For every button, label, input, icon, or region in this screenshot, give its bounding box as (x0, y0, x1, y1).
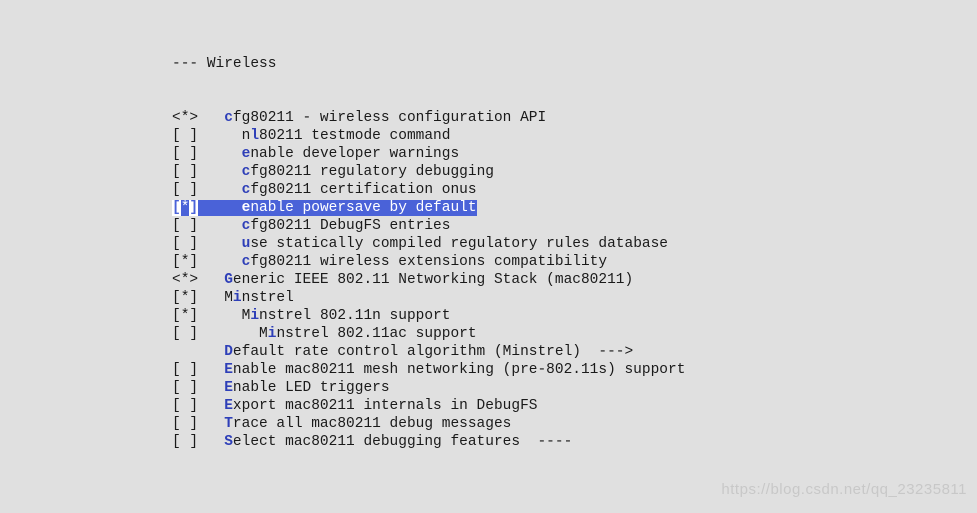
marker: [*] (172, 308, 198, 324)
menu-item-7[interactable]: [ ] use statically compiled regulatory r… (172, 235, 977, 253)
hotkey: E (224, 398, 233, 414)
menu-item-9[interactable]: <*> Generic IEEE 802.11 Networking Stack… (172, 271, 977, 289)
menu-item-3[interactable]: [ ] cfg80211 regulatory debugging (172, 163, 977, 181)
menu-item-1[interactable]: [ ] nl80211 testmode command (172, 127, 977, 145)
menu-item-12[interactable]: [ ] Minstrel 802.11ac support (172, 325, 977, 343)
hotkey: S (224, 434, 233, 450)
item-text: 80211 testmode command (259, 128, 450, 144)
item-text: efault rate control algorithm (Minstrel)… (233, 344, 633, 360)
menu-item-8[interactable]: [*] cfg80211 wireless extensions compati… (172, 253, 977, 271)
hotkey: E (224, 362, 233, 378)
marker (172, 344, 198, 360)
menu-item-16[interactable]: [ ] Export mac80211 internals in DebugFS (172, 397, 977, 415)
menu-item-13[interactable]: Default rate control algorithm (Minstrel… (172, 343, 977, 361)
item-text: fg80211 - wireless configuration API (233, 110, 546, 126)
marker: [ ] (172, 128, 198, 144)
marker: [ ] (172, 362, 198, 378)
hotkey: E (224, 380, 233, 396)
marker: [ ] (172, 434, 198, 450)
item-text: race all mac80211 debug messages (233, 416, 511, 432)
menu-item-17[interactable]: [ ] Trace all mac80211 debug messages (172, 415, 977, 433)
item-text: se statically compiled regulatory rules … (250, 236, 668, 252)
marker: [*] (172, 290, 198, 306)
hdr-prefix: --- (172, 56, 207, 72)
marker: [ ] (172, 236, 198, 252)
menu-item-18[interactable]: [ ] Select mac80211 debugging features -… (172, 433, 977, 451)
item-text: nable LED triggers (233, 380, 390, 396)
menu-item-5[interactable]: [*] enable powersave by default (172, 199, 977, 217)
marker: <*> (172, 110, 198, 126)
menu-item-4[interactable]: [ ] cfg80211 certification onus (172, 181, 977, 199)
menu-item-14[interactable]: [ ] Enable mac80211 mesh networking (pre… (172, 361, 977, 379)
item-text: fg80211 wireless extensions compatibilit… (250, 254, 607, 270)
hotkey: T (224, 416, 233, 432)
item-text: fg80211 regulatory debugging (250, 164, 494, 180)
menu-item-2[interactable]: [ ] enable developer warnings (172, 145, 977, 163)
item-text: elect mac80211 debugging features ---- (233, 434, 572, 450)
marker: [ ] (172, 326, 198, 342)
item-text: fg80211 DebugFS entries (250, 218, 450, 234)
item-text: nstrel 802.11n support (259, 308, 450, 324)
menu-item-11[interactable]: [*] Minstrel 802.11n support (172, 307, 977, 325)
hotkey: G (224, 272, 233, 288)
item-text: nstrel 802.11ac support (276, 326, 476, 342)
menu-item-15[interactable]: [ ] Enable LED triggers (172, 379, 977, 397)
item-text: xport mac80211 internals in DebugFS (233, 398, 538, 414)
marker: <*> (172, 272, 198, 288)
marker: [ ] (172, 218, 198, 234)
marker: [*] (172, 254, 198, 270)
hotkey: l (250, 128, 259, 144)
marker: [ ] (172, 164, 198, 180)
hotkey: i (233, 290, 242, 306)
marker: [ ] (172, 182, 198, 198)
hdr-title: Wireless (207, 56, 277, 72)
marker: [ ] (172, 146, 198, 162)
hotkey: c (224, 110, 233, 126)
watermark-text: https://blog.csdn.net/qq_23235811 (721, 481, 967, 499)
menu-item-0[interactable]: <*> cfg80211 - wireless configuration AP… (172, 109, 977, 127)
item-text: nable developer warnings (250, 146, 459, 162)
menu-item-10[interactable]: [*] Minstrel (172, 289, 977, 307)
kconfig-menu: --- Wireless <*> cfg80211 - wireless con… (0, 0, 977, 469)
item-text: eneric IEEE 802.11 Networking Stack (mac… (233, 272, 633, 288)
menu-item-6[interactable]: [ ] cfg80211 DebugFS entries (172, 217, 977, 235)
hotkey: D (224, 344, 233, 360)
hotkey: i (250, 308, 259, 324)
marker: [ ] (172, 380, 198, 396)
marker: [ ] (172, 416, 198, 432)
item-text: nstrel (242, 290, 294, 306)
menu-header: --- Wireless (172, 55, 977, 73)
marker: [ ] (172, 398, 198, 414)
item-text: nable mac80211 mesh networking (pre-802.… (233, 362, 685, 378)
item-text: fg80211 certification onus (250, 182, 476, 198)
